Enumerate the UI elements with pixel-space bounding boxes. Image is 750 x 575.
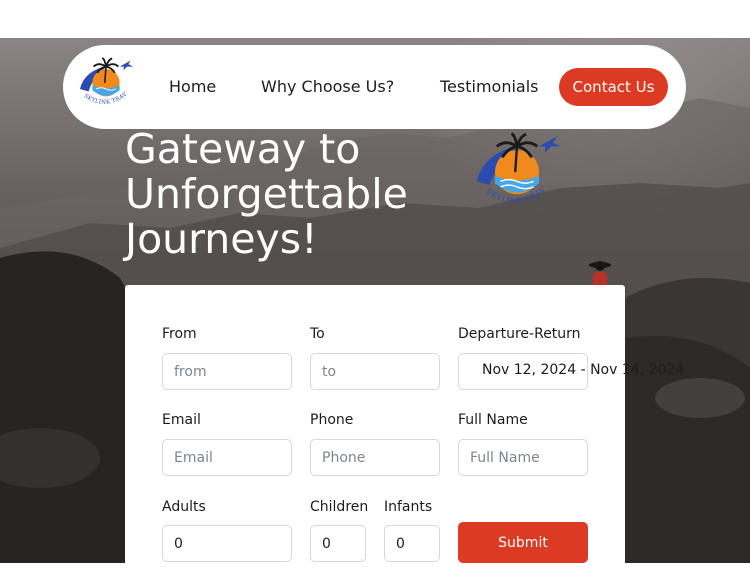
navbar: SKYLINK TRAVELS Home Why Choose Us? Test… <box>63 45 686 129</box>
full-name-input[interactable] <box>458 439 588 476</box>
submit-button[interactable]: Submit <box>458 522 588 563</box>
email-label: Email <box>162 412 201 428</box>
departure-return-label: Departure-Return <box>458 326 581 342</box>
hero-title: Gateway to Unforgettable Journeys! <box>125 127 408 262</box>
adults-label: Adults <box>162 499 206 515</box>
infants-input[interactable] <box>384 525 440 562</box>
email-input[interactable] <box>162 439 292 476</box>
from-input[interactable] <box>162 353 292 390</box>
hero-title-line-2: Unforgettable <box>125 170 408 218</box>
children-label: Children <box>310 499 369 515</box>
full-name-label: Full Name <box>458 412 528 428</box>
to-label: To <box>310 326 325 342</box>
hero-title-line-3: Journeys! <box>125 215 318 263</box>
skylink-logo[interactable]: SKYLINK TRAVELS <box>75 53 137 115</box>
infants-label: Infants <box>384 499 433 515</box>
hero-logo: SKYLINK TRAVELS <box>470 128 562 206</box>
nav-why-choose-us-link[interactable]: Why Choose Us? <box>261 77 394 96</box>
nav-home-link[interactable]: Home <box>169 77 216 96</box>
phone-input[interactable] <box>310 439 440 476</box>
hero-title-line-1: Gateway to <box>125 125 361 173</box>
adults-input[interactable] <box>162 525 292 562</box>
to-input[interactable] <box>310 353 440 390</box>
phone-label: Phone <box>310 412 354 428</box>
contact-us-button[interactable]: Contact Us <box>559 68 668 106</box>
nav-testimonials-link[interactable]: Testimonials <box>440 77 539 96</box>
children-input[interactable] <box>310 525 366 562</box>
from-label: From <box>162 326 197 342</box>
date-range-input[interactable] <box>458 353 588 390</box>
